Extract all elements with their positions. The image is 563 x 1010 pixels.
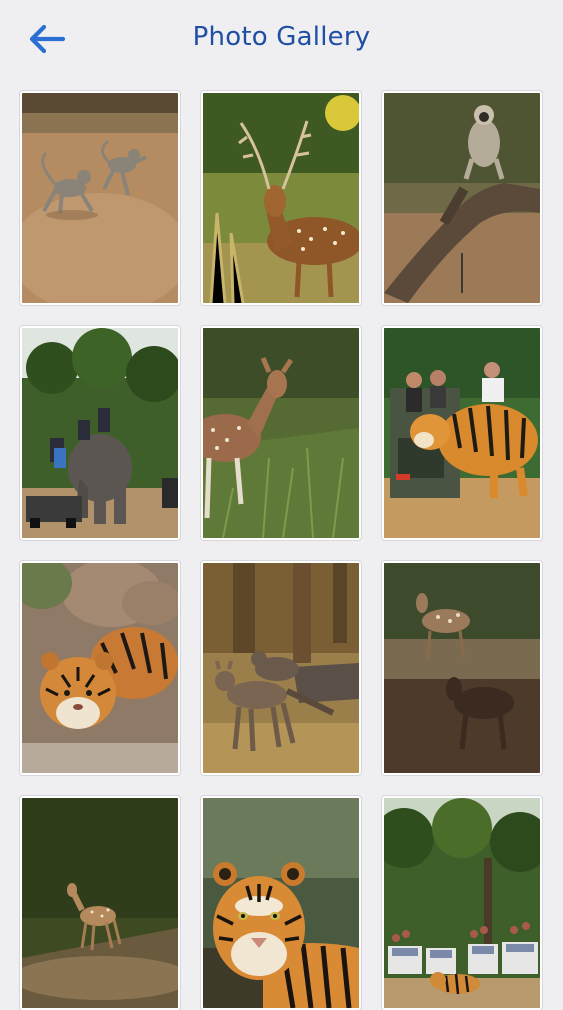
spotted-deer-slope-photo: [22, 798, 178, 1008]
tiger-crossing-jeeps-photo: [384, 798, 540, 1008]
photo-tile[interactable]: [20, 91, 180, 305]
tiger-safari-jeep-photo: [384, 328, 540, 538]
spotted-deer-stag-photo: [203, 93, 359, 303]
elephant-safari-photo: [22, 328, 178, 538]
photo-tile[interactable]: [20, 326, 180, 540]
photo-tile[interactable]: [201, 796, 361, 1010]
photo-tile[interactable]: [382, 326, 542, 540]
photo-tile[interactable]: [382, 91, 542, 305]
photo-tile[interactable]: [201, 326, 361, 540]
photo-grid: [20, 91, 542, 1010]
photo-tile[interactable]: [20, 796, 180, 1010]
photo-tile[interactable]: [382, 561, 542, 775]
wild-dogs-photo: [203, 563, 359, 773]
photo-tile[interactable]: [201, 561, 361, 775]
photo-tile[interactable]: [20, 561, 180, 775]
langur-on-branch-photo: [384, 93, 540, 303]
spotted-deer-herd-photo: [384, 563, 540, 773]
langur-monkeys-photo: [22, 93, 178, 303]
page-title: Photo Gallery: [192, 22, 371, 52]
tiger-among-rocks-photo: [22, 563, 178, 773]
app-header: Photo Gallery: [0, 0, 563, 80]
photo-tile[interactable]: [201, 91, 361, 305]
tiger-portrait-photo: [203, 798, 359, 1008]
photo-tile[interactable]: [382, 796, 542, 1010]
spotted-deer-grass-photo: [203, 328, 359, 538]
